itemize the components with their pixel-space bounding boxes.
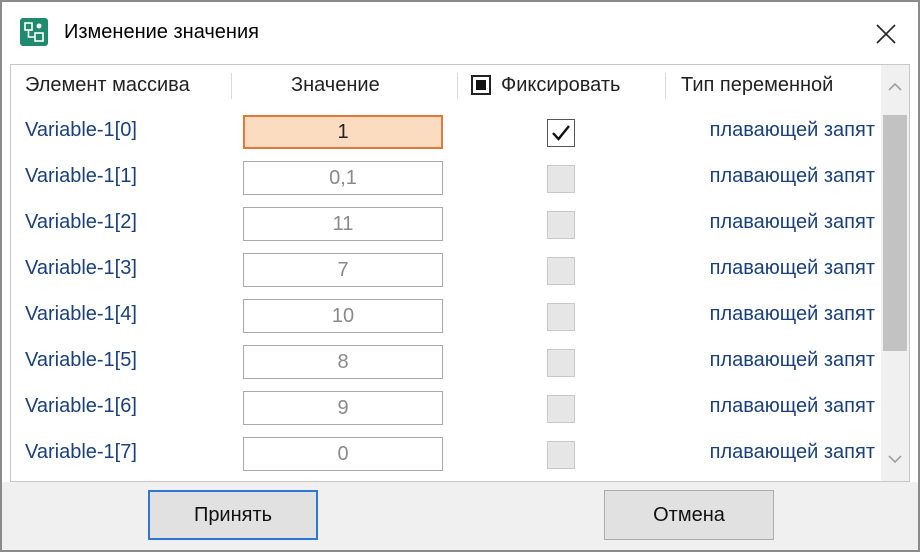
element-name: Variable-1[2] — [25, 210, 137, 233]
fix-checkbox[interactable] — [547, 303, 575, 331]
value-field[interactable]: 0 — [243, 437, 443, 471]
dialog-footer: Принять Отмена — [2, 482, 918, 550]
value-field[interactable]: 7 — [243, 253, 443, 287]
header-fix-label: Фиксировать — [501, 73, 621, 96]
cancel-button[interactable]: Отмена — [604, 490, 774, 540]
table-row[interactable]: Variable-1[4] 10 плавающей запят — [11, 291, 881, 337]
header-value[interactable]: Значение — [291, 65, 380, 105]
fix-checkbox[interactable] — [547, 441, 575, 469]
accept-button[interactable]: Принять — [148, 490, 318, 540]
table-row[interactable]: Variable-1[2] 11 плавающей запят — [11, 199, 881, 245]
fix-checkbox[interactable] — [547, 165, 575, 193]
window-title: Изменение значения — [64, 21, 259, 43]
variable-type: плавающей запят — [709, 118, 875, 141]
table-row[interactable]: Variable-1[3] 7 плавающей запят — [11, 245, 881, 291]
value-field[interactable]: 10 — [243, 299, 443, 333]
value-field[interactable]: 8 — [243, 345, 443, 379]
table-row[interactable]: Variable-1[5] 8 плавающей запят — [11, 337, 881, 383]
value-field[interactable]: 11 — [243, 207, 443, 241]
grid-header: Элемент массива Значение Фиксировать Тип… — [11, 65, 881, 105]
chevron-down-icon — [888, 455, 902, 464]
fix-checkbox[interactable] — [547, 395, 575, 423]
variable-type: плавающей запят — [709, 210, 875, 233]
value-field[interactable]: 9 — [243, 391, 443, 425]
table-row[interactable]: Variable-1[1] 0,1 плавающей запят — [11, 153, 881, 199]
table-row[interactable]: Variable-1[0] 1 плавающей запят — [11, 107, 881, 153]
value-field[interactable]: 1 — [243, 115, 443, 149]
variable-type: плавающей запят — [709, 164, 875, 187]
title-bar: Изменение значения — [2, 2, 918, 64]
element-name: Variable-1[1] — [25, 164, 137, 187]
header-element[interactable]: Элемент массива — [25, 65, 190, 105]
value-field[interactable]: 0,1 — [243, 161, 443, 195]
variable-type: плавающей запят — [709, 348, 875, 371]
header-type[interactable]: Тип переменной — [681, 65, 833, 105]
scroll-up-button[interactable] — [881, 73, 909, 101]
app-icon — [20, 18, 48, 46]
element-name: Variable-1[6] — [25, 394, 137, 417]
variable-type: плавающей запят — [709, 302, 875, 325]
fix-checkbox[interactable] — [547, 349, 575, 377]
element-name: Variable-1[5] — [25, 348, 137, 371]
fix-checkbox[interactable] — [547, 257, 575, 285]
variable-type: плавающей запят — [709, 440, 875, 463]
variable-type: плавающей запят — [709, 256, 875, 279]
table-row[interactable]: Variable-1[7] 0 плавающей запят — [11, 429, 881, 475]
element-name: Variable-1[7] — [25, 440, 137, 463]
checkmark-icon — [552, 125, 570, 141]
header-separator — [665, 73, 666, 99]
grid-rows: Variable-1[0] 1 плавающей запят Variable… — [11, 107, 881, 481]
scroll-thumb[interactable] — [883, 115, 907, 351]
table-row[interactable]: Variable-1[6] 9 плавающей запят — [11, 383, 881, 429]
header-separator — [231, 73, 232, 99]
header-fix[interactable]: Фиксировать — [471, 65, 620, 105]
vertical-scrollbar[interactable] — [881, 65, 909, 481]
element-name: Variable-1[3] — [25, 256, 137, 279]
variable-type: плавающей запят — [709, 394, 875, 417]
chevron-up-icon — [888, 82, 902, 91]
element-name: Variable-1[0] — [25, 118, 137, 141]
element-name: Variable-1[4] — [25, 302, 137, 325]
close-icon — [876, 24, 896, 44]
fix-checkbox[interactable] — [547, 211, 575, 239]
fix-checkbox[interactable] — [547, 119, 575, 147]
change-value-dialog: Изменение значения Элемент массива Значе… — [0, 0, 920, 552]
scroll-down-button[interactable] — [881, 445, 909, 473]
fix-all-checkbox[interactable] — [471, 75, 491, 95]
close-button[interactable] — [864, 14, 908, 54]
header-separator — [457, 73, 458, 99]
array-grid: Элемент массива Значение Фиксировать Тип… — [10, 64, 910, 482]
